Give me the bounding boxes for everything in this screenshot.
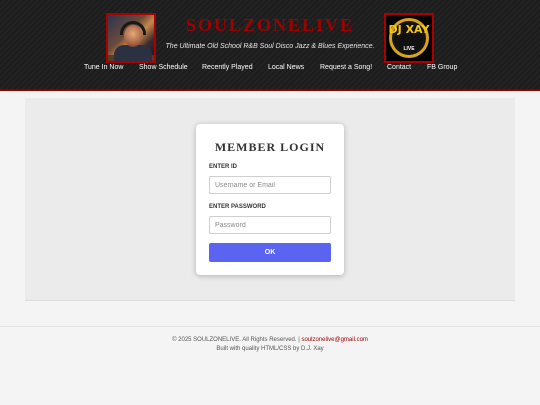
logo-subtext: LIVE (403, 46, 415, 52)
nav-item-contact[interactable]: Contact (387, 64, 411, 71)
logo-text: DJ XAY (388, 23, 430, 36)
footer-credit: Built with quality HTML/CSS by D.J. Xay (216, 346, 324, 352)
main-nav: Tune In Now Show Schedule Recently Playe… (0, 64, 540, 76)
login-title: MEMBER LOGIN (214, 140, 326, 154)
username-input[interactable] (209, 176, 331, 194)
nav-item-show-schedule[interactable]: Show Schedule (139, 64, 188, 71)
password-label: ENTER PASSWORD (209, 204, 266, 210)
copyright-text: © 2025 SOULZONELIVE. All Rights Reserved… (172, 337, 300, 343)
contact-email-link[interactable]: soulzonelive@gmail.com (301, 337, 367, 343)
nav-item-request-song[interactable]: Request a Song! (320, 64, 372, 71)
site-header: SOULZONELIVE The Ultimate Old School R&B… (0, 0, 540, 91)
dj-xay-logo: DJ XAY LIVE (384, 13, 434, 63)
id-label: ENTER ID (209, 164, 238, 170)
site-title[interactable]: SOULZONELIVE (160, 15, 380, 36)
password-input[interactable] (209, 216, 331, 234)
site-tagline: The Ultimate Old School R&B Soul Disco J… (165, 43, 375, 50)
ok-button[interactable]: OK (209, 243, 331, 262)
footer-copyright-line: © 2025 SOULZONELIVE. All Rights Reserved… (0, 337, 540, 343)
nav-item-tune-in[interactable]: Tune In Now (84, 64, 123, 71)
nav-item-local-news[interactable]: Local News (268, 64, 304, 71)
login-card: MEMBER LOGIN ENTER ID ENTER PASSWORD OK (196, 124, 344, 275)
nav-item-recently-played[interactable]: Recently Played (202, 64, 253, 71)
dj-photo (106, 13, 156, 63)
nav-item-fb-group[interactable]: FB Group (427, 64, 457, 71)
footer-divider (0, 326, 540, 327)
